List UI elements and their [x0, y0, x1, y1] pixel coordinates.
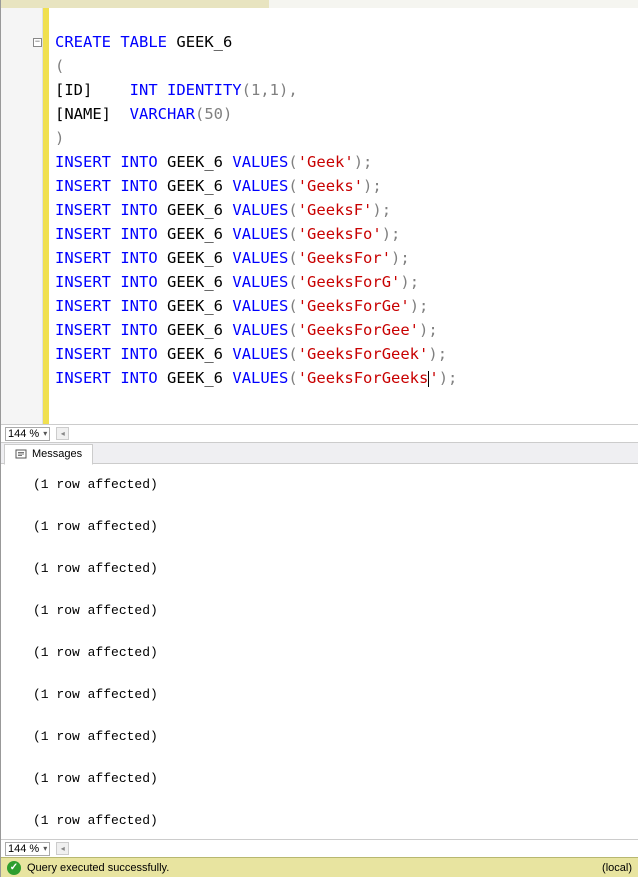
message-row: (1 row affected) — [33, 560, 638, 578]
sql-editor[interactable]: − CREATE TABLE GEEK_6 ( [ID] INT IDENTIT… — [1, 8, 638, 424]
scroll-left-icon[interactable]: ◂ — [56, 427, 69, 440]
zoom-row-bottom: 144 % ▾ ◂ — [1, 839, 638, 857]
zoom-dropdown[interactable]: 144 % ▾ — [5, 427, 50, 441]
insert-statements: INSERT INTO GEEK_6 VALUES('Geek'); INSER… — [55, 150, 632, 390]
message-row: (1 row affected) — [33, 686, 638, 704]
chevron-down-icon: ▾ — [43, 429, 47, 438]
messages-panel[interactable]: (1 row affected) (1 row affected) (1 row a… — [1, 464, 638, 839]
status-bar: ✓ Query executed successfully. (local) — [1, 857, 638, 877]
kw-table: TABLE — [120, 33, 167, 51]
message-row: (1 row affected) — [33, 518, 638, 536]
zoom-dropdown-bottom[interactable]: 144 % ▾ — [5, 842, 50, 856]
status-connection: (local) — [602, 862, 632, 874]
message-row: (1 row affected) — [33, 644, 638, 662]
zoom-value-bottom: 144 % — [8, 843, 39, 855]
col-name: [NAME] — [55, 105, 111, 123]
message-row: (1 row affected) — [33, 812, 638, 830]
collapse-toggle-icon[interactable]: − — [33, 38, 42, 47]
top-border — [1, 0, 638, 8]
message-row: (1 row affected) — [33, 770, 638, 788]
tab-label: Messages — [32, 448, 82, 460]
messages-icon — [15, 448, 27, 460]
table-name: GEEK_6 — [176, 33, 232, 51]
scroll-left-icon[interactable]: ◂ — [56, 842, 69, 855]
code-text[interactable]: CREATE TABLE GEEK_6 ( [ID] INT IDENTITY(… — [49, 8, 638, 424]
success-check-icon: ✓ — [7, 861, 21, 875]
zoom-value: 144 % — [8, 428, 39, 440]
zoom-row-top: 144 % ▾ ◂ — [1, 424, 638, 442]
chevron-down-icon: ▾ — [43, 844, 47, 853]
message-row: (1 row affected) — [33, 602, 638, 620]
status-text: Query executed successfully. — [27, 862, 169, 874]
results-tab-strip: Messages — [1, 442, 638, 464]
line-gutter — [1, 8, 43, 424]
message-row: (1 row affected) — [33, 476, 638, 494]
message-row: (1 row affected) — [33, 728, 638, 746]
tab-messages[interactable]: Messages — [4, 444, 93, 465]
kw-create: CREATE — [55, 33, 111, 51]
col-id: [ID] — [55, 81, 92, 99]
